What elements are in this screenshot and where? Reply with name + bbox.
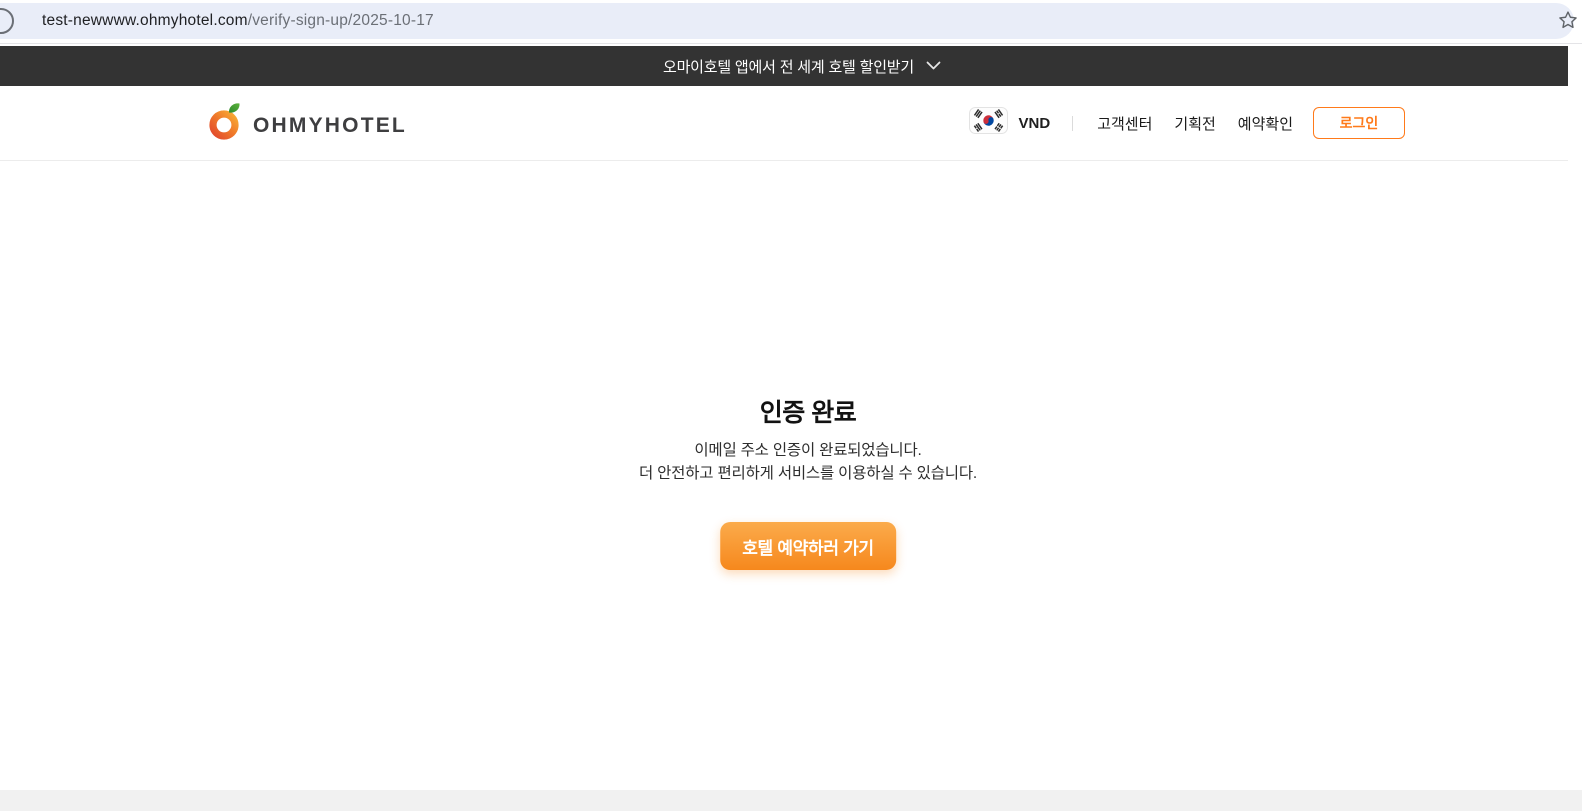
nav-promotions[interactable]: 기획전 [1172, 109, 1217, 138]
nav-reservation-check[interactable]: 예약확인 [1236, 109, 1295, 138]
logo-wordmark: OHMYHOTEL [253, 114, 407, 137]
verify-description-line1: 이메일 주소 인증이 완료되었습니다. [694, 442, 922, 459]
verify-description-line2: 더 안전하고 편리하게 서비스를 이용하실 수 있습니다. [638, 465, 978, 482]
bookmark-star-icon[interactable] [1558, 10, 1578, 35]
verify-description: 이메일 주소 인증이 완료되었습니다. 더 안전하고 편리하게 서비스를 이용하… [558, 439, 1058, 485]
nav-customer-center[interactable]: 고객센터 [1095, 109, 1154, 138]
login-button[interactable]: 로그인 [1313, 107, 1405, 139]
go-to-booking-button[interactable]: 호텔 예약하러 가기 [720, 522, 896, 570]
logo[interactable]: OHMYHOTEL [208, 100, 407, 146]
url-text: test-newwww.ohmyhotel.com/verify-sign-up… [42, 12, 434, 30]
footer [0, 790, 1582, 811]
page-title: 인증 완료 [759, 399, 857, 427]
url-domain: test-newwww.ohmyhotel.com [42, 12, 248, 29]
orange-ring-leaf-icon [208, 100, 244, 146]
page: test-newwww.ohmyhotel.com/verify-sign-up… [0, 0, 1582, 811]
url-path: /verify-sign-up/2025-10-17 [247, 12, 434, 29]
verify-complete-section: 인증 완료 이메일 주소 인증이 완료되었습니다. 더 안전하고 편리하게 서비… [558, 0, 1058, 790]
header-divider [1072, 115, 1074, 131]
site-info-icon[interactable] [0, 8, 14, 34]
